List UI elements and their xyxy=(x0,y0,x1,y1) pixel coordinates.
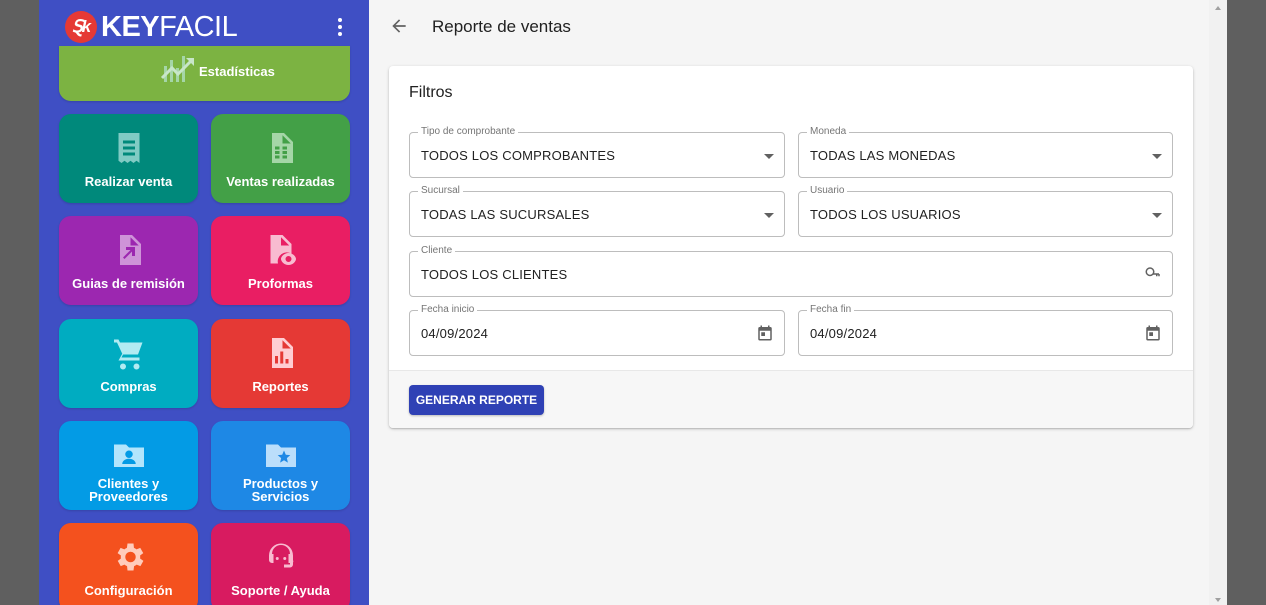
tile-soporte-ayuda[interactable]: Soporte / Ayuda xyxy=(211,523,350,605)
card-actions: GENERAR REPORTE xyxy=(389,370,1193,428)
tile-clientes-proveedores[interactable]: Clientes y Proveedores xyxy=(59,421,198,510)
field-value: TODAS LAS SUCURSALES xyxy=(421,207,590,222)
sidebar-header: Ȿk KEYFACIL xyxy=(39,0,369,52)
spreadsheet-file-icon xyxy=(271,133,293,163)
chevron-down-icon xyxy=(1152,213,1162,218)
logo-light: FACIL xyxy=(159,11,238,43)
cliente-search-field[interactable]: Cliente TODOS LOS CLIENTES xyxy=(409,245,1173,297)
chevron-down-icon xyxy=(764,213,774,218)
arrow-back-icon[interactable] xyxy=(389,16,409,36)
moneda-select[interactable]: Moneda TODAS LAS MONEDAS xyxy=(798,126,1173,178)
app-window: Ȿk KEYFACIL Estadísticas Realizar venta … xyxy=(39,0,1227,605)
more-vert-icon[interactable] xyxy=(329,14,351,40)
tile-reportes[interactable]: Reportes xyxy=(211,319,350,408)
tile-label: Realizar venta xyxy=(84,174,173,189)
fecha-fin-field[interactable]: Fecha fin 04/09/2024 xyxy=(798,304,1173,356)
file-eye-icon xyxy=(270,235,296,265)
field-value: TODOS LOS CLIENTES xyxy=(421,267,568,282)
tile-label: Configuración xyxy=(84,583,173,598)
tile-proformas[interactable]: Proformas xyxy=(211,216,350,305)
folder-star-icon xyxy=(265,444,296,467)
tile-label: Reportes xyxy=(252,379,309,394)
logo: KEYFACIL xyxy=(101,10,238,44)
tile-realizar-venta[interactable]: Realizar venta xyxy=(59,114,198,203)
tile-label: Guias de remisión xyxy=(72,276,185,291)
field-label: Moneda xyxy=(807,126,850,138)
field-value: TODOS LOS COMPROBANTES xyxy=(421,148,616,163)
file-export-icon xyxy=(119,235,141,265)
folder-user-icon xyxy=(113,444,144,467)
sidebar: Ȿk KEYFACIL Estadísticas Realizar venta … xyxy=(39,0,369,605)
tile-label: Soporte / Ayuda xyxy=(231,583,330,598)
tile-label: Compras xyxy=(100,379,157,394)
tile-label: Ventas realizadas xyxy=(226,174,335,189)
scroll-down-arrow-icon[interactable] xyxy=(1215,598,1221,602)
field-label: Cliente xyxy=(418,245,456,257)
field-value: 04/09/2024 xyxy=(810,326,878,341)
filters-card: Filtros Tipo de comprobante TODOS LOS CO… xyxy=(389,66,1193,428)
tile-label: Estadísticas xyxy=(199,64,275,79)
scrollbar[interactable] xyxy=(1209,0,1227,605)
generar-reporte-button[interactable]: GENERAR REPORTE xyxy=(409,385,544,415)
page-title: Reporte de ventas xyxy=(432,17,571,36)
chevron-down-icon xyxy=(764,154,774,159)
chart-file-icon xyxy=(271,338,293,368)
tipo-comprobante-select[interactable]: Tipo de comprobante TODOS LOS COMPROBANT… xyxy=(409,126,785,178)
sucursal-select[interactable]: Sucursal TODAS LAS SUCURSALES xyxy=(409,185,785,237)
field-label: Usuario xyxy=(807,185,848,197)
tile-label: Clientes y Proveedores xyxy=(89,476,168,504)
tile-label: Productos y Servicios xyxy=(242,476,319,504)
field-label: Tipo de comprobante xyxy=(418,126,519,138)
chevron-down-icon xyxy=(1152,154,1162,159)
field-value: 04/09/2024 xyxy=(421,326,489,341)
tile-compras[interactable]: Compras xyxy=(59,319,198,408)
field-label: Sucursal xyxy=(418,185,463,197)
fecha-inicio-field[interactable]: Fecha inicio 04/09/2024 xyxy=(409,304,785,356)
logo-badge: Ȿk xyxy=(65,11,97,43)
tile-ventas-realizadas[interactable]: Ventas realizadas xyxy=(211,114,350,203)
calendar-icon[interactable] xyxy=(756,324,774,342)
tile-guias-remision[interactable]: Guias de remisión xyxy=(59,216,198,305)
tile-estadisticas[interactable]: Estadísticas xyxy=(59,46,350,101)
field-value: TODOS LOS USUARIOS xyxy=(810,207,961,222)
support-agent-icon xyxy=(268,543,293,568)
topbar: Reporte de ventas xyxy=(369,0,1227,53)
field-value: TODAS LAS MONEDAS xyxy=(810,148,956,163)
card-title: Filtros xyxy=(409,84,453,101)
trending-up-icon xyxy=(160,56,194,82)
usuario-select[interactable]: Usuario TODOS LOS USUARIOS xyxy=(798,185,1173,237)
key-search-icon[interactable] xyxy=(1144,265,1162,283)
tile-label: Proformas xyxy=(247,276,314,291)
cart-icon xyxy=(113,339,142,370)
tile-productos-servicios[interactable]: Productos y Servicios xyxy=(211,421,350,510)
gear-icon xyxy=(117,543,143,571)
field-label: Fecha inicio xyxy=(418,304,478,316)
logo-bold: KEY xyxy=(101,11,160,43)
receipt-icon xyxy=(118,133,139,163)
tile-configuracion[interactable]: Configuración xyxy=(59,523,198,605)
scroll-up-arrow-icon[interactable] xyxy=(1215,6,1221,10)
field-label: Fecha fin xyxy=(807,304,855,316)
calendar-icon[interactable] xyxy=(1144,324,1162,342)
